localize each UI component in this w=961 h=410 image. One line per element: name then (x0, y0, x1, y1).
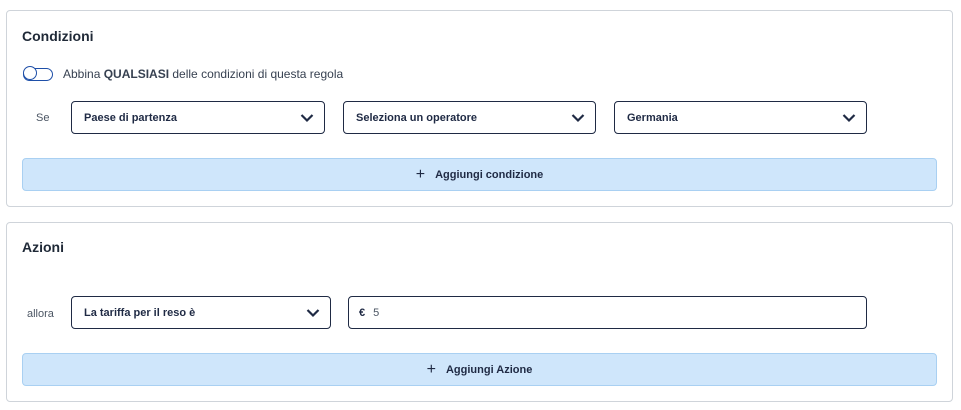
currency-prefix: € (359, 306, 366, 319)
plus-icon: + (415, 165, 426, 183)
actions-card: Azioni allora La tariffa per il reso è €… (6, 222, 953, 402)
condition-value-select[interactable]: Germania (614, 101, 867, 134)
add-condition-button[interactable]: + Aggiungi condizione (22, 158, 937, 191)
condition-operator-select[interactable]: Seleziona un operatore (343, 101, 596, 134)
toggle-knob (23, 66, 37, 80)
conditions-title: Condizioni (22, 28, 94, 44)
condition-field-value: Paese di partenza (84, 111, 177, 124)
then-label: allora (27, 308, 54, 320)
conditions-card: Condizioni Abbina QUALSIASI delle condiz… (6, 10, 953, 207)
add-action-button[interactable]: + Aggiungi Azione (22, 353, 937, 386)
if-label: Se (36, 112, 50, 124)
chevron-down-icon (306, 308, 320, 317)
condition-operator-value: Seleziona un operatore (356, 111, 478, 124)
match-any-toggle[interactable] (23, 66, 53, 81)
condition-value-value: Germania (627, 111, 678, 124)
match-any-keyword: QUALSIASI (103, 67, 170, 81)
plus-icon: + (426, 360, 436, 378)
add-condition-label: Aggiungi condizione (435, 168, 544, 181)
match-any-label: Abbina QUALSIASI delle condizioni di que… (63, 67, 344, 81)
chevron-down-icon (842, 113, 856, 122)
amount-value: 5 (373, 306, 380, 319)
condition-field-select[interactable]: Paese di partenza (71, 101, 325, 134)
chevron-down-icon (571, 113, 585, 122)
match-any-row: Abbina QUALSIASI delle condizioni di que… (23, 66, 344, 81)
chevron-down-icon (300, 113, 314, 122)
action-select-value: La tariffa per il reso è (84, 306, 196, 319)
add-action-label: Aggiungi Azione (445, 363, 533, 376)
amount-input[interactable]: € 5 (348, 296, 867, 329)
action-select[interactable]: La tariffa per il reso è (71, 296, 331, 329)
actions-title: Azioni (22, 239, 64, 255)
